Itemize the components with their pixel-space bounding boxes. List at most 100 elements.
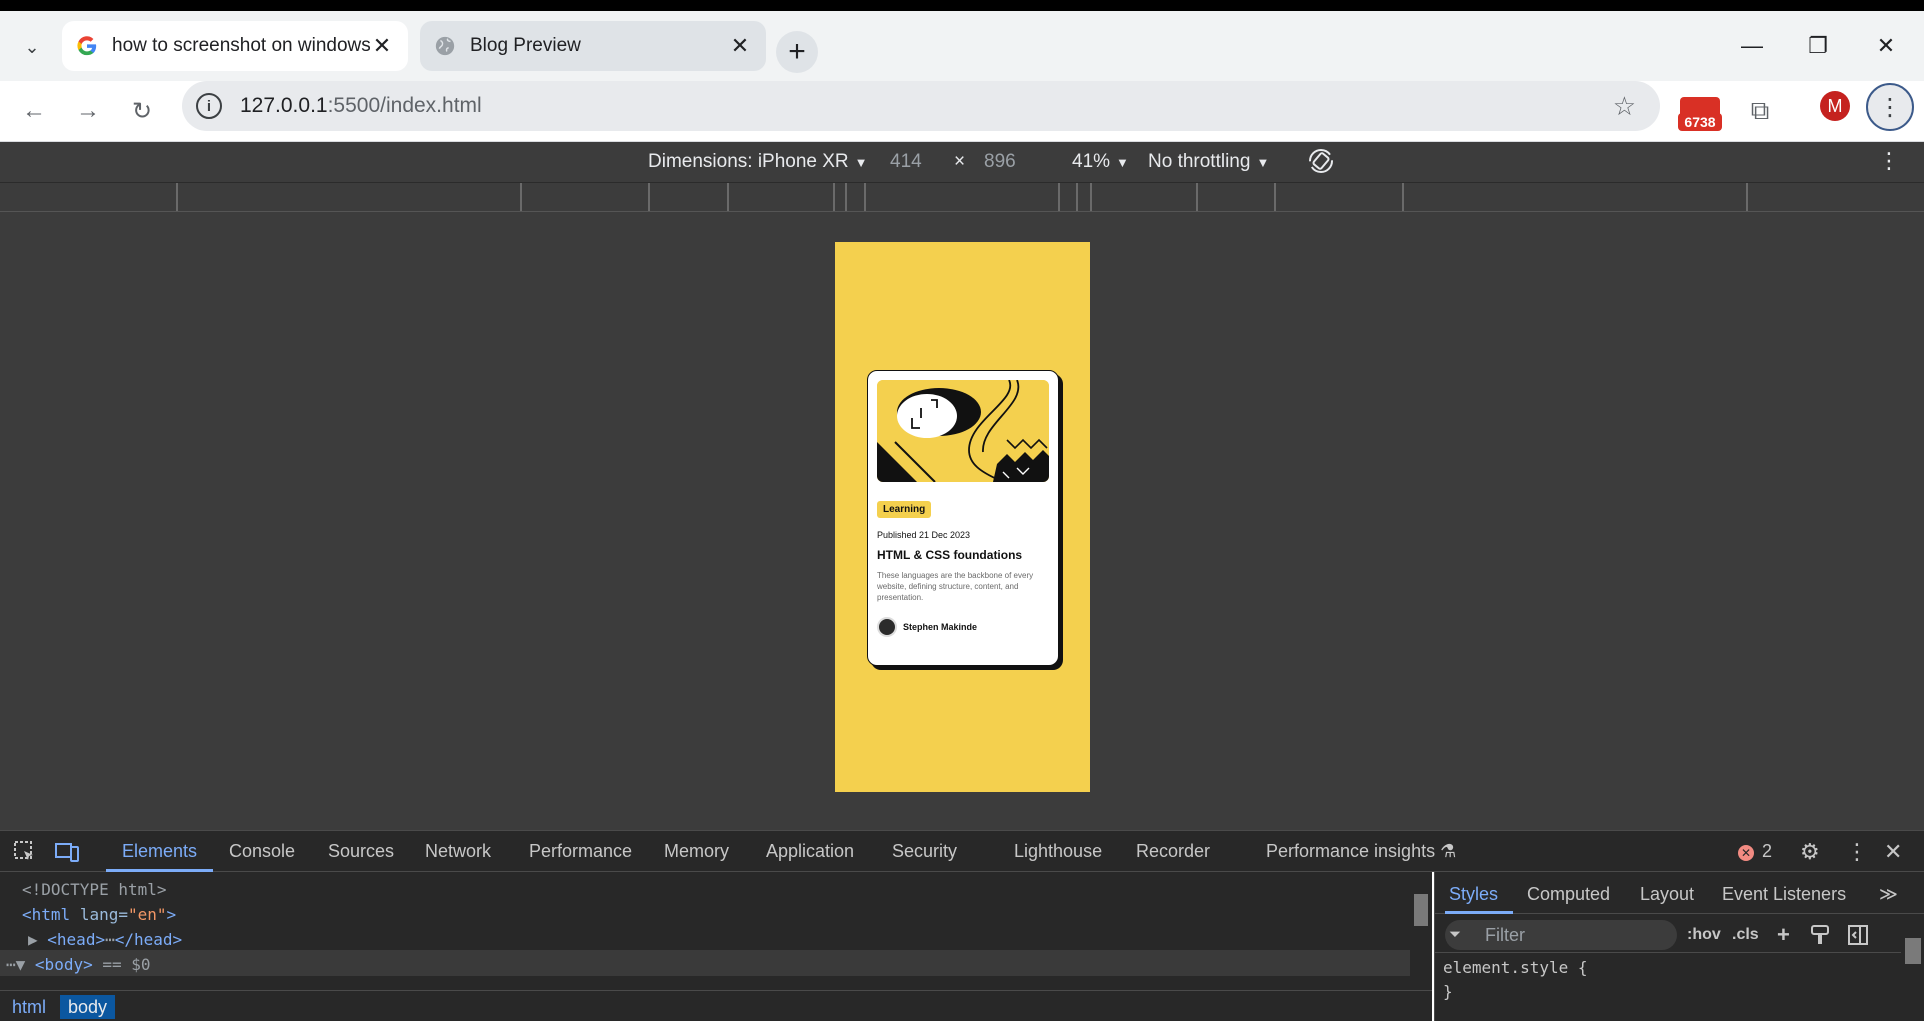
ellipsis-icon[interactable]: ⋯ xyxy=(6,955,16,974)
error-counter[interactable]: ✕ 2 xyxy=(1738,841,1772,862)
ruler-tick[interactable] xyxy=(1076,183,1078,211)
cls-toggle[interactable]: .cls xyxy=(1732,926,1759,944)
ruler-tick[interactable] xyxy=(1274,183,1276,211)
window-top-border xyxy=(0,0,1924,11)
body-node[interactable]: ⋯▼ <body> == $0 xyxy=(6,955,151,974)
device-height-input[interactable]: 896 xyxy=(984,151,1016,173)
hov-toggle[interactable]: :hov xyxy=(1687,926,1721,944)
forward-button[interactable]: → xyxy=(68,91,108,131)
chrome-menu-button[interactable]: ⋮ xyxy=(1866,83,1914,131)
styles-filter-input[interactable]: Filter xyxy=(1445,920,1677,950)
url-text[interactable]: 127.0.0.1:5500/index.html xyxy=(240,94,482,118)
doctype-node[interactable]: <!DOCTYPE html> xyxy=(22,880,167,899)
lab-flask-icon: ⚗ xyxy=(1440,841,1457,861)
tab-computed[interactable]: Computed xyxy=(1527,884,1610,905)
ruler-tick[interactable] xyxy=(727,183,729,211)
breadcrumb-body[interactable]: body xyxy=(60,995,116,1019)
new-tab-button[interactable]: + xyxy=(776,31,818,73)
back-button[interactable]: ← xyxy=(14,91,54,131)
device-dimensions-select[interactable]: Dimensions: iPhone XR ▼ xyxy=(648,151,868,173)
reload-icon: ↻ xyxy=(131,97,153,125)
element-style-rule[interactable]: element.style { xyxy=(1443,958,1588,977)
tab-search-button[interactable]: ⌄ xyxy=(14,29,50,65)
ellipsis-icon[interactable]: ⋯ xyxy=(105,930,115,949)
tab-layout[interactable]: Layout xyxy=(1640,884,1694,905)
tab-event-listeners[interactable]: Event Listeners xyxy=(1722,884,1846,905)
devtools-close-icon[interactable]: ✕ xyxy=(1884,839,1902,865)
inspect-element-icon[interactable] xyxy=(12,839,38,865)
settings-gear-icon[interactable]: ⚙ xyxy=(1800,839,1820,865)
minimize-icon: — xyxy=(1741,33,1763,58)
ruler-tick[interactable] xyxy=(1058,183,1060,211)
ruler-tick[interactable] xyxy=(1090,183,1092,211)
devtools-more-icon[interactable]: ⋮ xyxy=(1846,839,1868,865)
ruler-tick[interactable] xyxy=(648,183,650,211)
ruler-tick[interactable] xyxy=(1746,183,1748,211)
new-rule-plus-icon[interactable]: + xyxy=(1777,922,1790,948)
profile-avatar[interactable]: M xyxy=(1820,91,1850,121)
devtools-tab-security[interactable]: Security xyxy=(892,841,957,862)
paint-brush-icon[interactable] xyxy=(1809,924,1831,946)
tab-blog-preview[interactable]: Blog Preview ✕ xyxy=(420,21,766,71)
device-width-input[interactable]: 414 xyxy=(890,151,922,173)
expand-arrow-icon[interactable]: ▶ xyxy=(28,930,38,949)
extension-badge[interactable]: 6738 xyxy=(1678,95,1722,131)
zoom-select[interactable]: 41% ▼ xyxy=(1072,151,1129,173)
tab-bar: ⌄ how to screenshot on windows ✕ Blog Pr… xyxy=(0,11,1924,81)
styles-scrollbar[interactable] xyxy=(1901,914,1924,1021)
close-window-button[interactable]: ✕ xyxy=(1858,21,1914,71)
device-toolbar-more-icon[interactable]: ⋮ xyxy=(1878,148,1900,174)
close-tab-icon[interactable]: ✕ xyxy=(728,33,752,59)
reload-button[interactable]: ↻ xyxy=(122,91,162,131)
elements-scrollbar[interactable] xyxy=(1412,872,1430,990)
ruler-tick[interactable] xyxy=(864,183,866,211)
sidebar-toggle-icon[interactable] xyxy=(1847,924,1869,946)
device-toggle-icon[interactable] xyxy=(54,839,80,865)
publish-date: Published 21 Dec 2023 xyxy=(877,530,971,540)
scrollbar-thumb[interactable] xyxy=(1414,894,1428,926)
ruler-tick[interactable] xyxy=(176,183,178,211)
kebab-menu-icon: ⋮ xyxy=(1878,93,1902,121)
html-node[interactable]: <html lang="en"> xyxy=(22,905,176,924)
more-tabs-icon[interactable]: ≫ xyxy=(1879,884,1898,905)
ruler-tick[interactable] xyxy=(845,183,847,211)
minimize-button[interactable]: — xyxy=(1724,21,1780,71)
card-title[interactable]: HTML & CSS foundations xyxy=(877,548,1049,562)
ruler-tick[interactable] xyxy=(1196,183,1198,211)
ruler-tick[interactable] xyxy=(1402,183,1404,211)
google-icon xyxy=(77,36,97,56)
throttling-select[interactable]: No throttling ▼ xyxy=(1148,151,1269,173)
devtools-tab-recorder[interactable]: Recorder xyxy=(1136,841,1210,862)
scrollbar-thumb[interactable] xyxy=(1905,938,1921,964)
address-bar[interactable]: i 127.0.0.1:5500/index.html ☆ xyxy=(182,81,1660,131)
devtools-tab-performance[interactable]: Performance xyxy=(529,841,632,862)
filter-icon: ⏷ xyxy=(1449,926,1462,943)
devtools-tab-memory[interactable]: Memory xyxy=(664,841,729,862)
url-host: 127.0.0.1 xyxy=(240,94,328,117)
error-icon: ✕ xyxy=(1738,845,1754,861)
elements-tree: <!DOCTYPE html> <html lang="en"> ▶ <head… xyxy=(0,872,1432,990)
card-description: These languages are the backbone of ever… xyxy=(877,571,1034,602)
tab-styles[interactable]: Styles xyxy=(1449,884,1498,905)
devtools-tab-sources[interactable]: Sources xyxy=(328,841,394,862)
devtools-tab-lighthouse[interactable]: Lighthouse xyxy=(1014,841,1102,862)
ruler-tick[interactable] xyxy=(520,183,522,211)
devtools-tab-elements[interactable]: Elements xyxy=(122,841,197,862)
rule-close-brace: } xyxy=(1443,982,1453,1001)
ruler-tick[interactable] xyxy=(833,183,835,211)
devtools-tab-console[interactable]: Console xyxy=(229,841,295,862)
extensions-button[interactable]: ⧉ xyxy=(1740,89,1780,133)
site-info-icon[interactable]: i xyxy=(196,93,222,119)
devtools-tab-network[interactable]: Network xyxy=(425,841,491,862)
devtools-tab-performance-insights[interactable]: Performance insights ⚗ xyxy=(1266,841,1456,862)
head-node[interactable]: ▶ <head>⋯</head> xyxy=(28,930,182,949)
rotate-icon[interactable] xyxy=(1306,146,1336,176)
tab-google-search[interactable]: how to screenshot on windows ✕ xyxy=(62,21,408,71)
restore-button[interactable]: ❐ xyxy=(1790,21,1846,71)
restore-icon: ❐ xyxy=(1808,33,1828,58)
devtools-tab-application[interactable]: Application xyxy=(766,841,854,862)
collapse-arrow-icon[interactable]: ▼ xyxy=(16,955,26,974)
close-tab-icon[interactable]: ✕ xyxy=(370,33,394,59)
bookmark-star-icon[interactable]: ☆ xyxy=(1613,91,1636,122)
breadcrumb-html[interactable]: html xyxy=(4,995,54,1019)
